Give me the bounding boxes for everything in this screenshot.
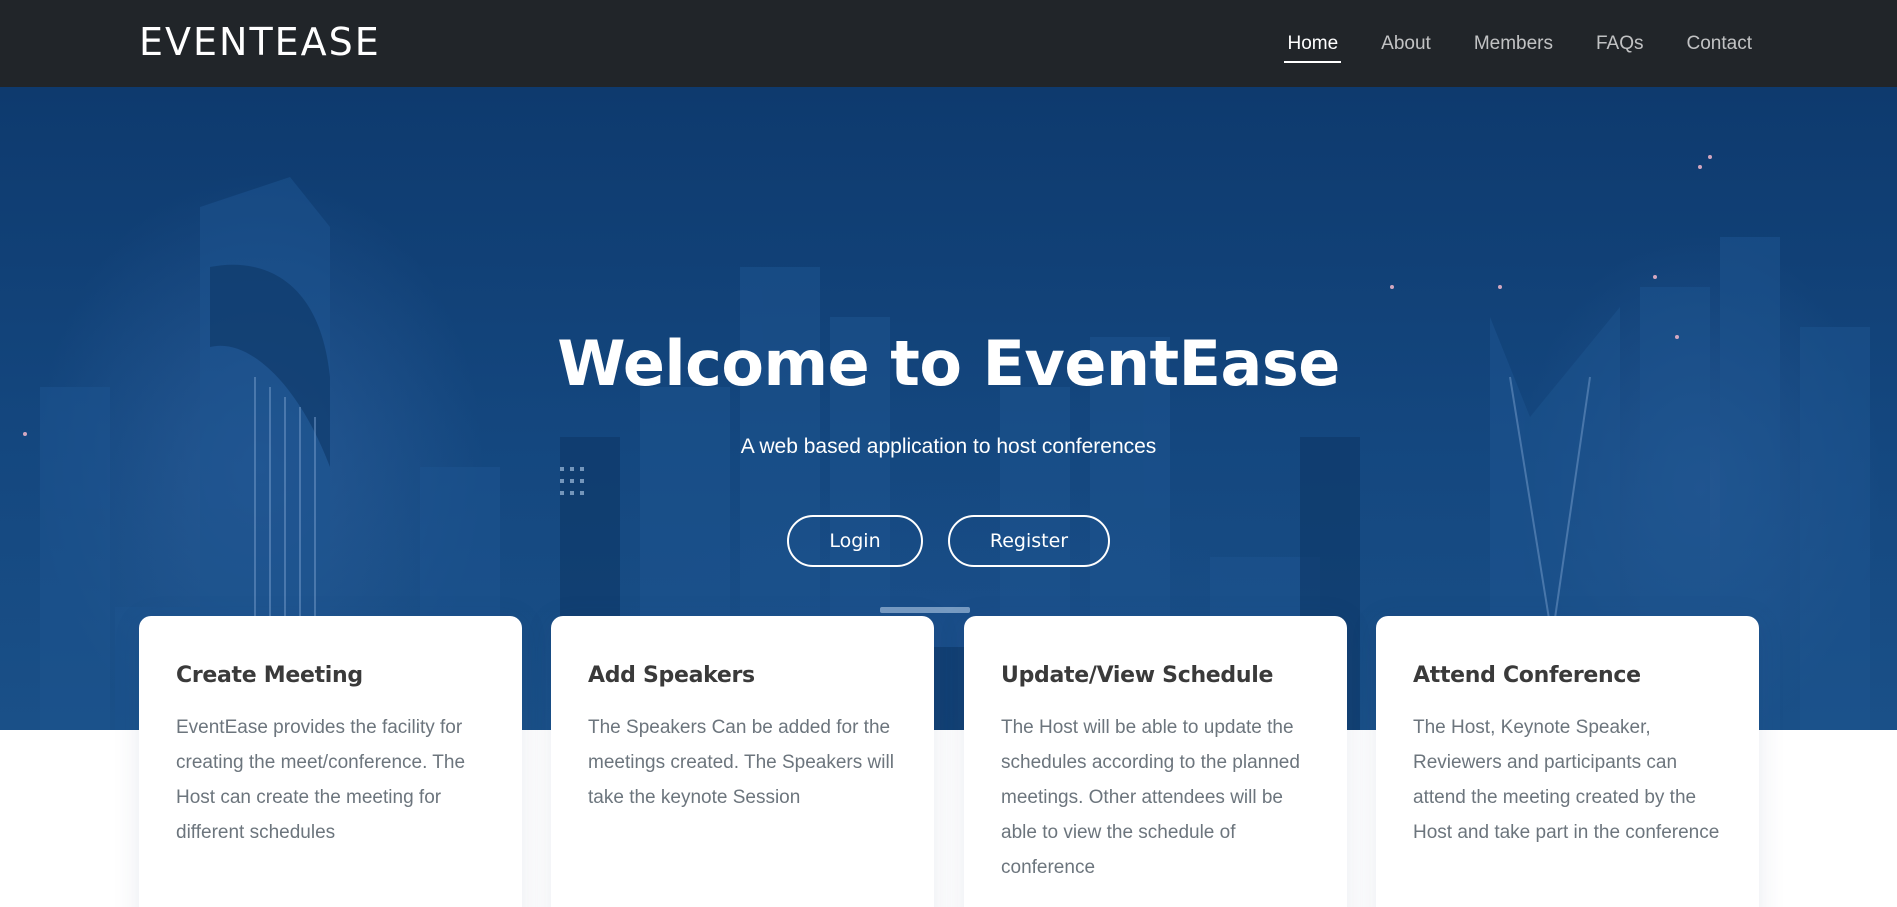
- feature-card-attend-conference: Attend Conference The Host, Keynote Spea…: [1376, 616, 1759, 907]
- feature-card-text: The Speakers Can be added for the meetin…: [588, 717, 894, 808]
- main-nav: Home About Members FAQs Contact: [1247, 0, 1755, 87]
- feature-card-create-meeting: Create Meeting EventEase provides the fa…: [139, 616, 522, 907]
- feature-card-text: EventEase provides the facility for crea…: [176, 717, 466, 843]
- hero-subtitle: A web based application to host conferen…: [740, 435, 1157, 458]
- feature-card-title: Attend Conference: [1413, 663, 1641, 688]
- brand-logo[interactable]: EVENTEASE: [139, 20, 381, 64]
- feature-card-text: The Host will be able to update the sche…: [1001, 717, 1300, 878]
- login-button[interactable]: Login: [787, 515, 923, 567]
- feature-card-title: Add Speakers: [588, 663, 755, 688]
- navbar: EVENTEASE Home About Members FAQs Contac…: [0, 0, 1897, 87]
- feature-card-add-speakers: Add Speakers The Speakers Can be added f…: [551, 616, 934, 907]
- nav-link-home[interactable]: Home: [1284, 25, 1341, 63]
- hero-title: Welcome to EventEase: [557, 327, 1340, 400]
- nav-link-about[interactable]: About: [1378, 25, 1434, 63]
- feature-card-update-view-schedule: Update/View Schedule The Host will be ab…: [964, 616, 1347, 907]
- nav-link-faqs[interactable]: FAQs: [1593, 25, 1647, 63]
- nav-link-members[interactable]: Members: [1471, 25, 1556, 63]
- feature-card-title: Update/View Schedule: [1001, 663, 1274, 688]
- feature-card-title: Create Meeting: [176, 663, 363, 688]
- nav-link-contact[interactable]: Contact: [1684, 25, 1755, 63]
- feature-card-text: The Host, Keynote Speaker, Reviewers and…: [1413, 717, 1720, 843]
- features-section: Create Meeting EventEase provides the fa…: [0, 616, 1897, 907]
- register-button[interactable]: Register: [948, 515, 1110, 567]
